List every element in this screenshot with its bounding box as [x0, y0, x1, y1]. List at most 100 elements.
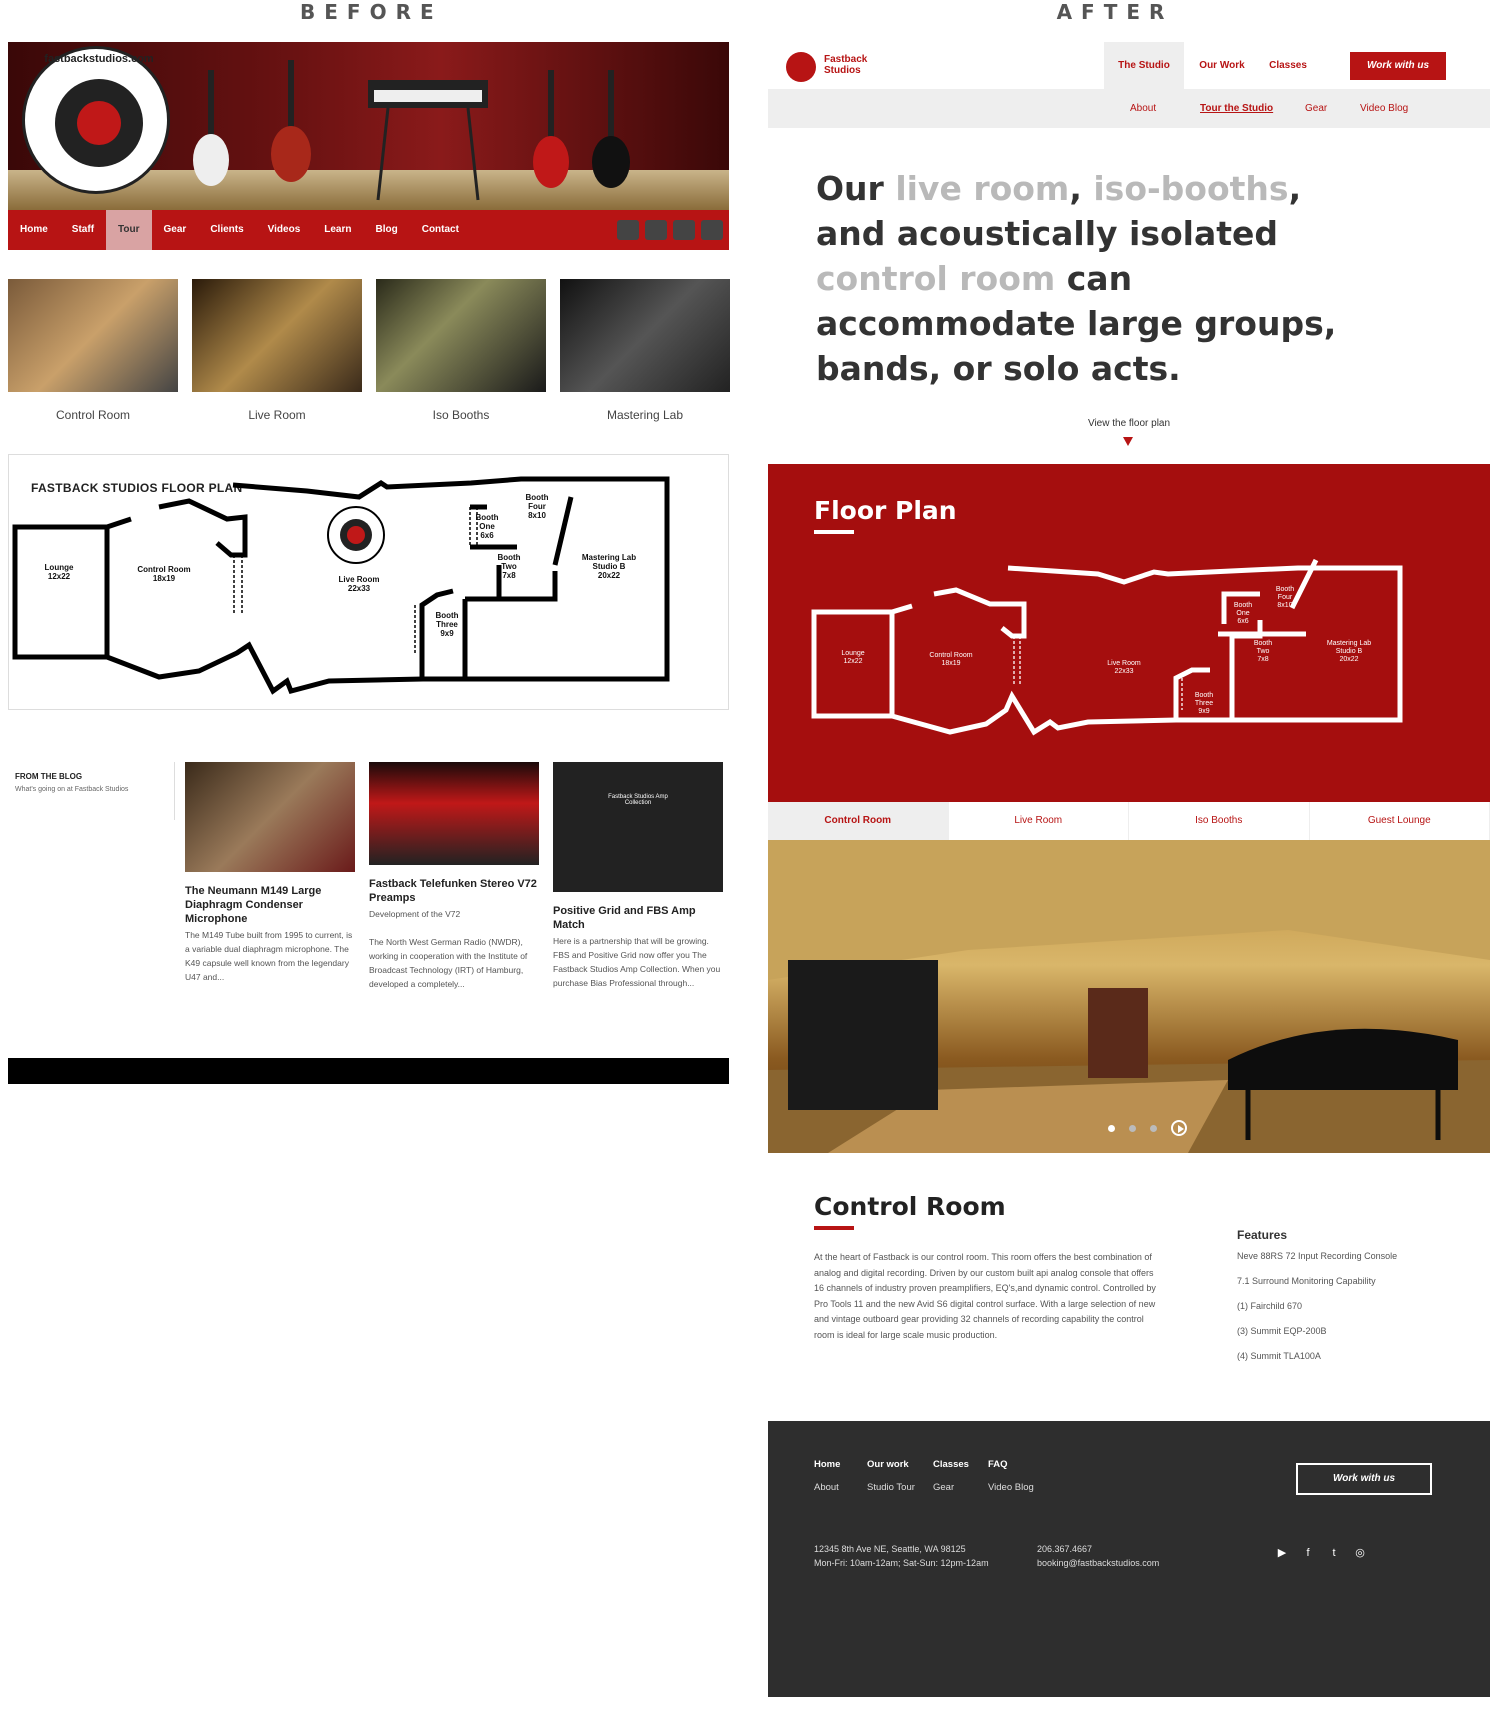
room-label: Live Room 22x33 [1107, 660, 1141, 675]
thumb-control-room[interactable] [8, 279, 178, 392]
footer-col: Classes Gear [933, 1459, 969, 1493]
post-excerpt: The North West German Radio (NWDR), work… [369, 937, 528, 989]
chevron-down-icon[interactable] [1123, 437, 1133, 446]
footer-social: ▶ f t ◎ [1276, 1547, 1366, 1559]
room-label: Booth Four 8x10 [1275, 586, 1295, 609]
view-floor-plan-link[interactable]: View the floor plan [768, 418, 1490, 429]
nav-home[interactable]: Home [8, 210, 60, 250]
footer-col: Home About [814, 1459, 840, 1493]
nav-blog[interactable]: Blog [364, 210, 410, 250]
post-excerpt: Here is a partnership that will be growi… [553, 936, 721, 988]
logo-text[interactable]: Fastback Studios [824, 54, 867, 76]
room-tabs: Control Room Live Room Iso Booths Guest … [768, 802, 1490, 840]
header-banner: fastbackstudios.com [8, 42, 729, 210]
footer-link[interactable]: About [814, 1482, 840, 1493]
tab-guest-lounge[interactable]: Guest Lounge [1310, 802, 1490, 840]
thumb-live-room[interactable] [192, 279, 362, 392]
footer-link[interactable]: Video Blog [988, 1482, 1034, 1493]
footer-link[interactable]: Gear [933, 1482, 969, 1493]
footer-address: 12345 8th Ave NE, Seattle, WA 98125 Mon-F… [814, 1544, 989, 1568]
work-with-us-button[interactable]: Work with us [1350, 52, 1446, 80]
footer-col: Our work Studio Tour [867, 1459, 915, 1493]
room-label: Booth Three 9x9 [1194, 692, 1214, 715]
nav-contact[interactable]: Contact [410, 210, 471, 250]
nav-clients[interactable]: Clients [198, 210, 255, 250]
features-list: Neve 88RS 72 Input Recording Console 7.1… [1237, 1251, 1397, 1376]
instagram-icon[interactable]: ◎ [1354, 1547, 1366, 1559]
feature-item: (4) Summit TLA100A [1237, 1351, 1321, 1361]
rss-icon[interactable] [701, 220, 723, 240]
room-label: Booth Three 9x9 [435, 611, 459, 638]
carousel-dot[interactable] [1150, 1124, 1157, 1132]
before-footer [8, 1058, 729, 1084]
footer-work-with-us-button[interactable]: Work with us [1296, 1463, 1432, 1495]
footer-link[interactable]: Studio Tour [867, 1482, 915, 1493]
thumb-caption: Live Room [248, 408, 306, 422]
nav-staff[interactable]: Staff [60, 210, 106, 250]
room-label: Booth Two 7x8 [1253, 640, 1273, 663]
after-nav: Fastback Studios The Studio Our Work Clas… [768, 42, 1490, 90]
thumb-caption: Iso Booths [432, 408, 490, 422]
post-title[interactable]: The Neumann M149 Large Diaphragm Condens… [185, 884, 355, 926]
room-label: Booth One 6x6 [1233, 602, 1253, 625]
nav-learn[interactable]: Learn [312, 210, 363, 250]
after-page: Fastback Studios The Studio Our Work Clas… [768, 42, 1490, 1697]
twitter-icon[interactable]: t [1328, 1547, 1340, 1559]
carousel-dot[interactable] [1129, 1124, 1136, 1132]
room-label: Mastering Lab Studio B 20x22 [581, 553, 637, 580]
email-link[interactable]: booking@fastbackstudios.com [1037, 1556, 1159, 1570]
facebook-icon[interactable] [617, 220, 639, 240]
post-image[interactable] [185, 762, 355, 872]
youtube-icon[interactable]: ▶ [1276, 1547, 1288, 1559]
nav-videos[interactable]: Videos [256, 210, 313, 250]
nav-gear[interactable]: Gear [152, 210, 199, 250]
subnav-gear[interactable]: Gear [1305, 90, 1327, 128]
feature-item: Neve 88RS 72 Input Recording Console [1237, 1251, 1398, 1261]
tab-control-room[interactable]: Control Room [768, 802, 949, 840]
floor-plan-section: Floor Plan Lounge 12x22 Control Room 18x… [768, 464, 1490, 802]
footer-link[interactable]: Home [814, 1459, 840, 1470]
floor-plan-map [811, 558, 1403, 736]
post-image[interactable] [369, 762, 539, 865]
room-label: Booth One 6x6 [475, 513, 499, 540]
nav-our-work[interactable]: Our Work [1190, 42, 1254, 90]
subnav-about[interactable]: About [1130, 90, 1156, 128]
footer-contact: 206.367.4667 booking@fastbackstudios.com [1037, 1542, 1159, 1570]
youtube-icon[interactable] [673, 220, 695, 240]
twitter-icon[interactable] [645, 220, 667, 240]
features-title: Features [1237, 1228, 1288, 1242]
before-label: BEFORE [300, 0, 443, 24]
carousel-dots [1108, 1120, 1187, 1136]
blog-subheading: What's going on at Fastback Studios [15, 786, 129, 793]
tab-iso-booths[interactable]: Iso Booths [1129, 802, 1310, 840]
post-title[interactable]: Positive Grid and FBS Amp Match [553, 904, 723, 932]
blog-post[interactable]: Fastback Studios Amp Collection Positive… [553, 762, 723, 990]
thumb-mastering-lab[interactable] [560, 279, 730, 392]
footer-link[interactable]: Classes [933, 1459, 969, 1470]
logo-icon[interactable] [786, 52, 816, 82]
footer-link[interactable]: Our work [867, 1459, 915, 1470]
blog-post[interactable]: The Neumann M149 Large Diaphragm Condens… [185, 762, 355, 984]
subnav-tour[interactable]: Tour the Studio [1200, 90, 1273, 128]
post-image[interactable]: Fastback Studios Amp Collection [553, 762, 723, 892]
tab-live-room[interactable]: Live Room [949, 802, 1129, 840]
after-label: AFTER [1056, 0, 1174, 24]
subnav-video-blog[interactable]: Video Blog [1360, 90, 1408, 128]
carousel-dot[interactable] [1108, 1124, 1115, 1132]
nav-tour[interactable]: Tour [106, 210, 152, 250]
site-logo[interactable]: fastbackstudios.com [22, 46, 170, 194]
footer-link[interactable]: FAQ [988, 1459, 1034, 1470]
play-icon[interactable] [1171, 1120, 1187, 1136]
nav-classes[interactable]: Classes [1262, 42, 1314, 90]
thumb-iso-booths[interactable] [376, 279, 546, 392]
post-title[interactable]: Fastback Telefunken Stereo V72 Preamps [369, 877, 539, 905]
phone-link[interactable]: 206.367.4667 [1037, 1542, 1159, 1556]
before-page: fastbackstudios.com Home Staff Tour Gear… [8, 42, 730, 1084]
facebook-icon[interactable]: f [1302, 1547, 1314, 1559]
blog-post[interactable]: Fastback Telefunken Stereo V72 Preamps D… [369, 762, 539, 991]
footer-col: FAQ Video Blog [988, 1459, 1034, 1493]
thumb-caption: Control Room [55, 408, 131, 422]
nav-the-studio[interactable]: The Studio [1104, 42, 1184, 90]
post-excerpt: The M149 Tube built from 1995 to current… [185, 930, 353, 982]
thumb-caption: Mastering Lab [606, 408, 684, 422]
